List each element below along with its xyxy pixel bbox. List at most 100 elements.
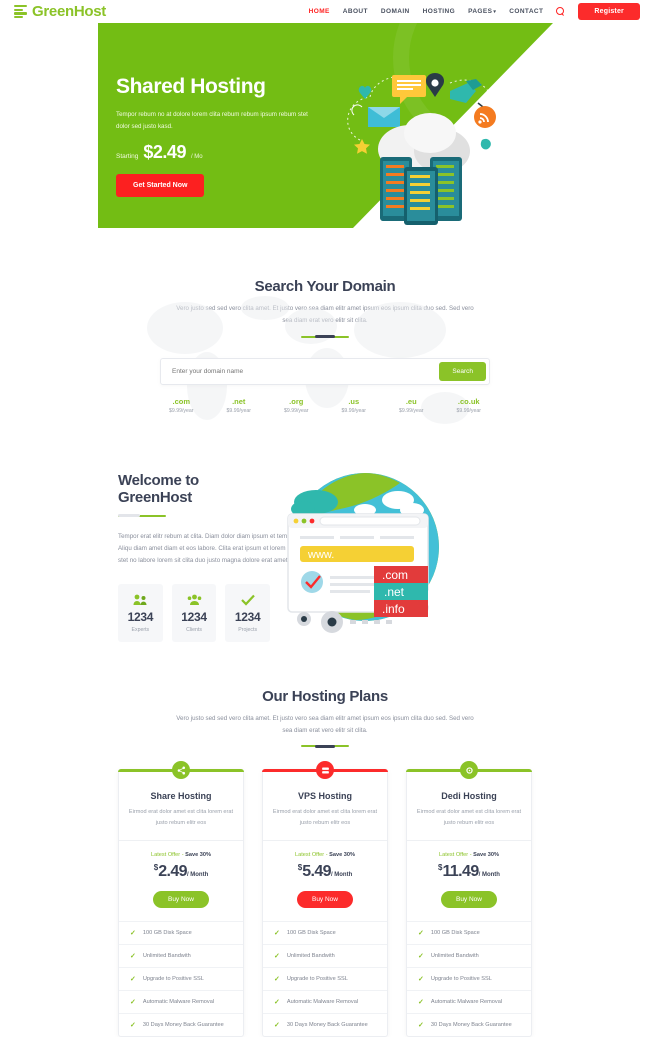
- nav-item-pages-label: PAGES: [468, 8, 493, 15]
- domain-search-bar: Search: [160, 357, 490, 385]
- experts-icon: [118, 593, 163, 607]
- plan-description: Eirmod erat dolor amet est clita lorem e…: [416, 809, 522, 826]
- plans-section-title: Our Hosting Plans: [262, 687, 388, 705]
- nav-item-home[interactable]: HOME: [309, 8, 330, 15]
- plan-card-vps-hosting[interactable]: VPS Hosting Eirmod erat dolor amet est c…: [262, 761, 388, 1037]
- plan-feature-text: 100 GB Disk Space: [286, 929, 336, 936]
- plan-separator: [407, 839, 531, 841]
- welcome-section: Welcome to GreenHost Tempor erat elitr r…: [0, 444, 650, 660]
- buy-now-button[interactable]: Buy Now: [296, 890, 353, 908]
- plans-section: Our Hosting Plans Vero justo sed sed ver…: [0, 660, 650, 1037]
- tld-item[interactable]: .eu $9.99/year: [383, 397, 441, 414]
- hero-title: Shared Hosting: [116, 75, 266, 98]
- plan-feature-text: Unlimited Bandwith: [430, 952, 479, 959]
- plan-feature-row: ✓ 30 Days Money Back Guarantee: [407, 1012, 531, 1036]
- plan-feature-row: ✓ 100 GB Disk Space: [407, 920, 531, 944]
- register-button[interactable]: Register: [578, 3, 640, 20]
- tld-price: $9.99/year: [456, 407, 481, 414]
- plan-price: $2.49/ Month: [119, 863, 243, 881]
- tld-item[interactable]: .com $9.99/year: [153, 397, 211, 414]
- check-icon: ✓: [418, 998, 424, 1006]
- projects-check-icon: [225, 593, 270, 607]
- plan-feature-row: ✓ Automatic Malware Removal: [407, 989, 531, 1013]
- buy-now-button[interactable]: Buy Now: [440, 890, 497, 908]
- plan-price: $5.49/ Month: [263, 863, 387, 881]
- plan-feature-row: ✓ Automatic Malware Removal: [263, 989, 387, 1013]
- plan-description: Eirmod erat dolor amet est clita lorem e…: [128, 809, 234, 826]
- tld-name: .us: [348, 396, 360, 406]
- site-header: GreenHost HOME ABOUT DOMAIN HOSTING PAGE…: [0, 0, 650, 23]
- plan-description: Eirmod erat dolor amet est clita lorem e…: [272, 809, 378, 826]
- plan-offer-prefix: Latest Offer -: [439, 851, 474, 858]
- stat-number: 1234: [127, 609, 154, 624]
- plan-offer-highlight: Save 30%: [473, 851, 499, 858]
- buy-now-button[interactable]: Buy Now: [152, 890, 209, 908]
- check-icon: ✓: [274, 952, 280, 960]
- tld-item[interactable]: .org $9.99/year: [268, 397, 326, 414]
- check-icon: ✓: [130, 929, 136, 937]
- tld-price: $9.99/year: [341, 407, 366, 414]
- plan-feature-text: 30 Days Money Back Guarantee: [142, 1021, 224, 1028]
- plan-offer: Latest Offer - Save 30%: [119, 852, 243, 858]
- welcome-art-column: www. .com .net .info: [270, 472, 650, 642]
- plan-feature-text: Upgrade to Positive SSL: [430, 975, 492, 982]
- check-icon: ✓: [418, 1021, 424, 1029]
- plan-offer: Latest Offer - Save 30%: [263, 852, 387, 858]
- plan-name: VPS Hosting: [297, 791, 352, 802]
- domain-search-input[interactable]: [164, 361, 440, 381]
- tld-item[interactable]: .co.uk $9.99/year: [440, 397, 498, 414]
- check-icon: ✓: [274, 929, 280, 937]
- site-logo[interactable]: GreenHost: [14, 3, 106, 20]
- tld-name: .co.uk: [457, 396, 480, 406]
- plan-price: $11.49/ Month: [407, 863, 531, 881]
- nav-item-hosting[interactable]: HOSTING: [423, 8, 455, 15]
- tag-net-text: .net: [384, 585, 405, 599]
- tld-item[interactable]: .net $9.99/year: [210, 397, 268, 414]
- search-icon[interactable]: [556, 7, 565, 16]
- plan-separator: [119, 839, 243, 841]
- tld-name: .com: [172, 396, 190, 406]
- plan-name: Dedi Hosting: [441, 791, 497, 802]
- plan-feature-row: ✓ Unlimited Bandwith: [407, 943, 531, 967]
- nav-item-about[interactable]: ABOUT: [343, 8, 368, 15]
- stat-number: 1234: [234, 609, 261, 624]
- hero-starting-label: Starting: [116, 153, 139, 161]
- plan-card-share-hosting[interactable]: Share Hosting Eirmod erat dolor amet est…: [118, 761, 244, 1037]
- plan-feature-text: Automatic Malware Removal: [286, 998, 359, 1005]
- nav-item-domain[interactable]: DOMAIN: [381, 8, 410, 15]
- plan-feature-text: 100 GB Disk Space: [430, 929, 480, 936]
- check-icon: ✓: [274, 1021, 280, 1029]
- welcome-divider: [118, 514, 166, 518]
- main-navigation: HOME ABOUT DOMAIN HOSTING PAGES▾ CONTACT…: [309, 3, 640, 20]
- hero-section: Shared Hosting Tempor rebum no at dolore…: [0, 23, 650, 228]
- plan-offer-prefix: Latest Offer -: [151, 851, 186, 858]
- server-icon: [316, 761, 334, 780]
- check-icon: ✓: [274, 998, 280, 1006]
- nav-item-contact[interactable]: CONTACT: [509, 8, 543, 15]
- stats-row: 1234 Experts 1234 Clients 1234 Projects: [118, 583, 271, 642]
- check-icon: ✓: [130, 998, 136, 1006]
- tld-item[interactable]: .us $9.99/year: [325, 397, 383, 414]
- nav-item-pages[interactable]: PAGES▾: [468, 8, 496, 15]
- hero-content: Shared Hosting Tempor rebum no at dolore…: [116, 75, 346, 198]
- plan-feature-text: Automatic Malware Removal: [142, 998, 215, 1005]
- plan-amount: 11.49: [442, 862, 479, 880]
- get-started-button[interactable]: Get Started Now: [116, 174, 205, 198]
- page-root: GreenHost HOME ABOUT DOMAIN HOSTING PAGE…: [0, 0, 650, 1037]
- plan-separator: [263, 839, 387, 841]
- plan-offer-highlight: Save 30%: [329, 851, 355, 858]
- plan-feature-row: ✓ Upgrade to Positive SSL: [263, 966, 387, 990]
- domain-search-button[interactable]: Search: [439, 361, 486, 381]
- plan-feature-text: Upgrade to Positive SSL: [142, 975, 204, 982]
- plan-feature-text: 30 Days Money Back Guarantee: [430, 1021, 512, 1028]
- tld-price: $9.99/year: [168, 407, 194, 414]
- tag-info-text: .info: [382, 602, 405, 616]
- plan-card-dedi-hosting[interactable]: Dedi Hosting Eirmod erat dolor amet est …: [406, 761, 532, 1037]
- settings-icon: [460, 761, 478, 780]
- plan-feature-row: ✓ Automatic Malware Removal: [119, 989, 243, 1013]
- hero-description: Tempor rebum no at dolore lorem clita re…: [116, 111, 308, 131]
- plan-name: Share Hosting: [150, 791, 212, 802]
- hero-price-row: Starting $2.49 / Mo: [116, 142, 346, 163]
- tld-name: .net: [232, 396, 246, 406]
- plan-period: / Month: [186, 871, 209, 878]
